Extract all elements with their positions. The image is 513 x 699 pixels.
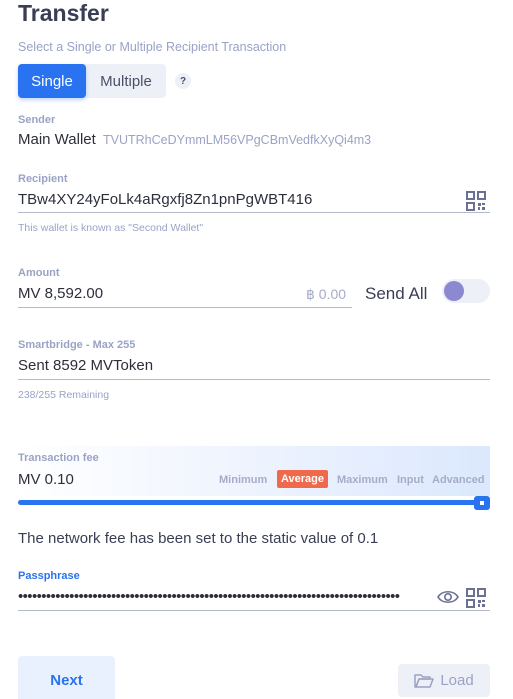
folder-open-icon bbox=[414, 673, 435, 688]
smartbridge-remaining: 238/255 Remaining bbox=[18, 389, 110, 401]
fee-option-input[interactable]: Input bbox=[397, 474, 424, 486]
amount-fiat-value: ฿ 0.00 bbox=[306, 286, 347, 302]
fee-option-advanced[interactable]: Advanced bbox=[432, 474, 485, 486]
next-button[interactable]: Next bbox=[18, 656, 115, 699]
fee-value: MV 0.10 bbox=[18, 471, 74, 488]
passphrase-underline bbox=[18, 610, 490, 611]
amount-label: Amount bbox=[18, 267, 60, 279]
passphrase-input[interactable]: ••••••••••••••••••••••••••••••••••••••••… bbox=[18, 588, 432, 605]
sender-address: TVUTRhCeDYmmLM56VPgCBmVedfkXyQi4m3 bbox=[103, 133, 372, 147]
send-all-toggle-knob[interactable] bbox=[444, 281, 464, 301]
load-button-label: Load bbox=[440, 672, 474, 689]
sender-label: Sender bbox=[18, 114, 56, 126]
smartbridge-label: Smartbridge - Max 255 bbox=[18, 339, 136, 351]
smartbridge-input[interactable]: Sent 8592 MVToken bbox=[18, 357, 153, 374]
fee-note: The network fee has been set to the stat… bbox=[18, 530, 379, 547]
single-mode-button[interactable]: Single bbox=[18, 64, 86, 98]
load-button[interactable]: Load bbox=[398, 664, 490, 697]
question-icon[interactable]: ? bbox=[175, 73, 191, 89]
fee-slider-handle[interactable] bbox=[474, 496, 490, 510]
fee-option-maximum[interactable]: Maximum bbox=[337, 474, 388, 486]
eye-icon[interactable] bbox=[437, 589, 459, 605]
smartbridge-underline bbox=[18, 379, 490, 380]
fee-label: Transaction fee bbox=[18, 452, 99, 464]
page-subtitle: Select a Single or Multiple Recipient Tr… bbox=[18, 40, 287, 54]
amount-underline bbox=[18, 307, 352, 308]
fee-slider-track[interactable] bbox=[18, 500, 486, 505]
sender-wallet-name[interactable]: Main Wallet bbox=[18, 131, 96, 148]
fee-option-minimum[interactable]: Minimum bbox=[219, 474, 267, 486]
passphrase-label: Passphrase bbox=[18, 570, 80, 582]
recipient-label: Recipient bbox=[18, 173, 68, 185]
send-all-label: Send All bbox=[365, 284, 428, 303]
amount-input[interactable]: MV 8,592.00 bbox=[18, 285, 103, 302]
recipient-underline bbox=[18, 212, 490, 213]
qr-code-icon[interactable] bbox=[466, 191, 486, 211]
fee-option-average[interactable]: Average bbox=[277, 470, 329, 488]
qr-code-icon[interactable] bbox=[466, 588, 486, 608]
multiple-mode-button[interactable]: Multiple bbox=[86, 64, 166, 98]
page-title: Transfer bbox=[18, 0, 109, 26]
recipient-known-as-note: This wallet is known as "Second Wallet" bbox=[18, 222, 204, 234]
recipient-input[interactable]: TBw4XY24yFoLk4aRgxfj8Zn1pnPgWBT416 bbox=[18, 191, 312, 208]
